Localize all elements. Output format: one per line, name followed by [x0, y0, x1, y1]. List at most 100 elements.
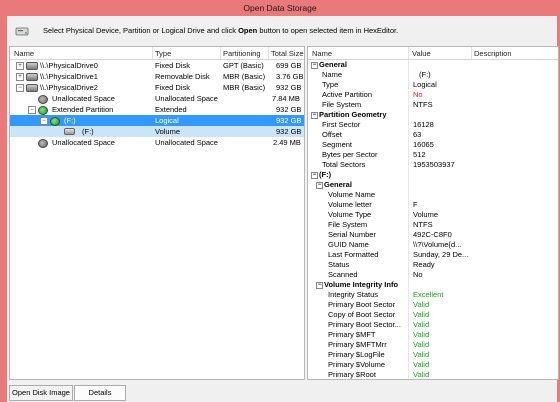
row-name: Unallocated Space [52, 138, 115, 147]
details-tab[interactable]: Details [74, 385, 126, 401]
prop-value: No [413, 90, 423, 99]
expand-plus-icon[interactable]: + [16, 73, 24, 81]
prop-row[interactable]: Active Partition No [308, 90, 558, 100]
section-general[interactable]: − General [308, 60, 558, 70]
section-volume-integrity[interactable]: − Volume Integrity Info [308, 280, 558, 290]
prop-row[interactable]: File System NTFS [308, 220, 558, 230]
collapse-minus-icon[interactable]: − [311, 62, 318, 69]
prop-row[interactable]: Primary $Root Valid [308, 370, 558, 379]
prop-name: Name [322, 70, 343, 79]
instruction-text: Select Physical Device, Partition or Log… [43, 26, 398, 35]
tree-row-volume-f[interactable]: (F:) Volume 932 GB [10, 126, 304, 137]
collapse-minus-icon[interactable]: − [28, 106, 36, 114]
section-title: Partition Geometry [319, 110, 387, 119]
prop-row[interactable]: Offset 63 [308, 130, 558, 140]
prop-row[interactable]: File System NTFS [308, 100, 558, 110]
prop-name: Volume Type [328, 210, 372, 219]
collapse-minus-icon[interactable]: − [316, 282, 323, 289]
tree-row-unallocated-1[interactable]: Unallocated Space Unallocated Space 7.84… [10, 93, 304, 104]
prop-row[interactable]: Status Ready [308, 260, 558, 270]
row-name: \\.\PhysicalDrive0 [40, 61, 98, 70]
row-size: 699 GB [276, 61, 302, 70]
prop-row[interactable]: Bytes per Sector 512 [308, 150, 558, 160]
column-separator[interactable] [220, 47, 221, 59]
tree-row-physicaldrive0[interactable]: + \\.\PhysicalDrive0 Fixed Disk GPT (Bas… [10, 60, 304, 71]
instruction-suffix: button to open selected item in HexEdito… [259, 26, 399, 35]
prop-row[interactable]: Primary $LogFile Valid [308, 350, 558, 360]
prop-row[interactable]: Primary $Volume Valid [308, 360, 558, 370]
tree-row-unallocated-2[interactable]: Unallocated Space Unallocated Space 2.49… [10, 137, 304, 148]
expand-plus-icon[interactable]: + [16, 62, 24, 70]
prop-row[interactable]: First Sector 16128 [308, 120, 558, 130]
prop-row[interactable]: Type Logical [308, 80, 558, 90]
row-type: Volume [155, 127, 181, 136]
col-header-prop-value[interactable]: Value [412, 49, 431, 58]
col-header-name[interactable]: Name [14, 49, 34, 58]
section-volume-general[interactable]: − General [308, 180, 558, 190]
prop-name: Segment [322, 140, 353, 149]
section-title: (F:) [319, 170, 332, 179]
prop-name: File System [328, 220, 368, 229]
prop-row[interactable]: Volume Name [308, 190, 558, 200]
prop-row[interactable]: Primary Boot Sector Valid [308, 300, 558, 310]
unallocated-disk-icon [38, 95, 48, 104]
window-title: Open Data Storage [243, 3, 317, 13]
prop-value: Valid [413, 300, 430, 309]
column-separator[interactable] [268, 47, 269, 59]
properties-panel[interactable]: Name Value Description − General Name (F:… [307, 46, 559, 380]
section-volume-f[interactable]: − (F:) [308, 170, 558, 180]
tree-row-physicaldrive1[interactable]: + \\.\PhysicalDrive1 Removable Disk MBR … [10, 71, 304, 82]
collapse-minus-icon[interactable]: − [311, 112, 318, 119]
prop-name: Primary $Volume [328, 360, 386, 369]
row-name: (F:) [64, 116, 76, 125]
hard-disk-icon [26, 62, 38, 70]
prop-name: Bytes per Sector [322, 150, 378, 159]
col-header-total-size[interactable]: Total Size [271, 49, 304, 58]
prop-value: Valid [413, 350, 430, 359]
prop-value: Valid [413, 370, 430, 379]
prop-value: Excellent [413, 290, 444, 299]
prop-value: 512 [413, 150, 426, 159]
prop-row[interactable]: Name (F:) [308, 70, 558, 80]
prop-value: 16128 [413, 120, 434, 129]
prop-row[interactable]: Volume letter F [308, 200, 558, 210]
section-partition-geometry[interactable]: − Partition Geometry [308, 110, 558, 120]
tree-row-logical-f[interactable]: − (F:) Logical 932 GB [10, 115, 304, 126]
collapse-minus-icon[interactable]: − [316, 182, 323, 189]
prop-row[interactable]: Last Formatted Sunday, 29 De... [308, 250, 558, 260]
device-tree-panel[interactable]: Name Type Partitioning Total Size + \\.\… [9, 46, 305, 380]
col-header-type[interactable]: Type [155, 49, 171, 58]
col-header-prop-description[interactable]: Description [474, 49, 512, 58]
prop-row[interactable]: Segment 16065 [308, 140, 558, 150]
open-disk-image-button[interactable]: Open Disk Image [9, 385, 73, 401]
hard-disk-icon [26, 84, 38, 92]
prop-row[interactable]: Copy of Boot Sector Valid [308, 310, 558, 320]
prop-row[interactable]: Integrity Status Excellent [308, 290, 558, 300]
prop-row[interactable]: Total Sectors 1953503937 [308, 160, 558, 170]
column-separator[interactable] [471, 47, 472, 59]
collapse-minus-icon[interactable]: − [311, 172, 318, 179]
column-separator[interactable] [152, 47, 153, 59]
col-header-partitioning[interactable]: Partitioning [223, 49, 261, 58]
collapse-minus-icon[interactable]: − [40, 117, 48, 125]
prop-row[interactable]: Primary Boot Sector... Valid [308, 320, 558, 330]
row-name: (F:) [82, 127, 94, 136]
instruction-bar: Select Physical Device, Partition or Log… [7, 16, 557, 46]
row-type: Logical [155, 116, 179, 125]
prop-value: Valid [413, 310, 430, 319]
prop-value: Valid [413, 330, 430, 339]
tree-row-extended-partition[interactable]: − Extended Partition Extended 932 GB [10, 104, 304, 115]
prop-row[interactable]: Scanned No [308, 270, 558, 280]
prop-name: Primary Boot Sector... [328, 320, 401, 329]
prop-row[interactable]: Primary $MFT Valid [308, 330, 558, 340]
column-separator[interactable] [408, 47, 409, 59]
prop-row[interactable]: Volume Type Volume [308, 210, 558, 220]
tree-row-physicaldrive2[interactable]: − \\.\PhysicalDrive2 Fixed Disk MBR (Bas… [10, 82, 304, 93]
title-bar[interactable]: Open Data Storage [0, 0, 560, 16]
prop-row[interactable]: Serial Number 492C-C8F0 [308, 230, 558, 240]
row-size: 932 GB [276, 105, 302, 114]
prop-row[interactable]: GUID Name \\?\Volume{d... [308, 240, 558, 250]
col-header-prop-name[interactable]: Name [312, 49, 332, 58]
prop-row[interactable]: Primary $MFTMrr Valid [308, 340, 558, 350]
collapse-minus-icon[interactable]: − [16, 84, 24, 92]
